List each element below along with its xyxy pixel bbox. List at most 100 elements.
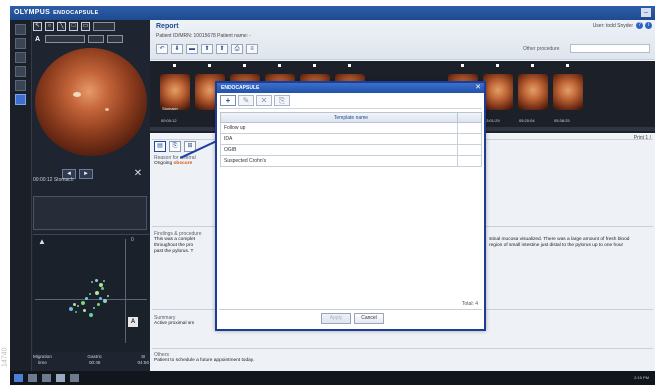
taskbar-app-icon[interactable] [28, 374, 37, 382]
divider [219, 309, 482, 310]
track-point [103, 280, 105, 282]
thumbnail-image[interactable]: Stomach [160, 74, 190, 111]
track-point [107, 295, 109, 297]
export-button[interactable]: ⬆ [216, 44, 228, 54]
text-toolbar: A [33, 34, 148, 44]
title-bar: OLYMPUS ENDOCAPSULE – [10, 6, 655, 20]
other-procedure-label: Other procedure [523, 46, 560, 52]
template-row[interactable]: Follow up [220, 123, 482, 134]
dialog-close-icon[interactable]: ✕ [475, 83, 481, 93]
thumbnail-image[interactable] [518, 74, 548, 110]
track-point [95, 279, 98, 282]
print-page-label: Print 1 / [633, 135, 651, 141]
gastric-time: Gastric 00:45 [87, 354, 102, 365]
thumbnail-marker-icon [173, 64, 176, 67]
track-point [93, 307, 95, 309]
track-point [103, 299, 107, 303]
track-point [83, 309, 86, 312]
thumbnail-marker-icon [313, 64, 316, 67]
bar-button[interactable]: ▬ [186, 44, 198, 54]
circle-tool-icon[interactable]: ○ [45, 22, 54, 31]
template-row[interactable]: IDA [220, 134, 482, 145]
thumbnail-label: Stomach [162, 106, 178, 111]
track-point [97, 303, 100, 306]
apply-button: Apply [321, 313, 351, 324]
thumbnail-marker-icon [278, 64, 281, 67]
thumbnail-marker-icon [461, 64, 464, 67]
track-point [89, 313, 93, 317]
template-row[interactable]: Suspected Crohn's [220, 156, 482, 167]
vertical-toolbar [10, 20, 32, 371]
template-dialog: ENDOCAPSULE ✕ + ✎ ✕ ⎘ Template name Foll… [215, 81, 486, 331]
dialog-toolbar: + ✎ ✕ ⎘ [220, 95, 290, 106]
capsule-image-viewer[interactable] [35, 48, 147, 156]
taskbar-app-icon[interactable] [56, 374, 65, 382]
info-icon[interactable]: i [645, 22, 652, 29]
taskbar-app-icon[interactable] [42, 374, 51, 382]
rectangle-tool-icon[interactable]: □ [69, 22, 78, 31]
text-tool-icon[interactable]: A [33, 35, 42, 44]
thumbnail-image[interactable] [553, 74, 583, 110]
taskbar-app-icon[interactable] [70, 374, 79, 382]
help-icon[interactable]: ? [636, 22, 643, 29]
size-dropdown[interactable] [88, 35, 104, 43]
list-icon[interactable] [15, 80, 26, 91]
thumbnail-time: 05:38:25 [554, 118, 570, 123]
grid-icon[interactable] [15, 38, 26, 49]
upload-button[interactable]: ⬆ [201, 44, 213, 54]
thumbnail-image[interactable] [483, 74, 513, 110]
print-button[interactable]: ⎙ [231, 44, 243, 54]
others-text[interactable]: Patient to schedule a future appointment… [154, 358, 254, 364]
settings-icon[interactable] [15, 52, 26, 63]
report-header: Report Patient ID/MRN: 10015678 Patient … [150, 20, 655, 60]
thumbnail-time: 00:00:12 [161, 118, 177, 123]
menu-button[interactable]: ≡ [246, 44, 258, 54]
play-button[interactable]: ► [79, 169, 93, 179]
undo-button[interactable]: ↶ [156, 44, 168, 54]
track-point [99, 297, 102, 300]
track-anchor-icon[interactable]: A [128, 317, 138, 327]
brand-name: OLYMPUS [14, 9, 51, 16]
app-brand: OLYMPUS ENDOCAPSULE [14, 9, 99, 16]
report-toolbar: ↶ ⬇ ▬ ⬆ ⬆ ⎙ ≡ [156, 44, 258, 54]
cancel-button[interactable]: Cancel [354, 313, 384, 324]
findings-text-left[interactable]: This was a complet throughout the pro past… [154, 237, 195, 255]
template-button[interactable]: ▤ [154, 141, 166, 152]
template-row[interactable]: OGIB [220, 145, 482, 156]
track-point [77, 305, 79, 307]
taskbar-clock: 2:15 PM [634, 375, 649, 380]
summary-text[interactable]: Active proximal sm [154, 321, 194, 327]
template-table: Template name Follow up IDA OGIB Suspect… [220, 112, 482, 167]
line-style-dropdown[interactable] [93, 22, 115, 31]
taskbar: 2:15 PM [10, 371, 655, 385]
thumbnail-marker-icon [566, 64, 569, 67]
patient-info: Patient ID/MRN: 10015678 Patient name: - [156, 33, 252, 39]
template-name-header[interactable]: Template name [334, 115, 368, 121]
reason-text[interactable]: Ongoing obscure [154, 161, 192, 167]
track-point [75, 311, 77, 313]
report-icon[interactable] [15, 94, 26, 105]
map-icon[interactable] [15, 66, 26, 77]
line-tool-icon[interactable]: ╲ [57, 22, 66, 31]
start-icon[interactable] [14, 374, 23, 382]
minimize-button[interactable]: – [641, 8, 651, 17]
pointer-tool-icon[interactable]: ↖ [33, 22, 42, 31]
track-point [85, 297, 88, 300]
track-up-icon[interactable]: ▲ [38, 237, 46, 246]
track-zero-label: 0 [131, 237, 134, 243]
layout-icon[interactable] [15, 24, 26, 35]
thumbnail-marker-icon [208, 64, 211, 67]
close-viewer-icon[interactable]: ✕ [132, 168, 144, 180]
add-template-icon[interactable]: + [220, 95, 236, 106]
download-button[interactable]: ⬇ [171, 44, 183, 54]
capsule-track-panel: ▲ 0 A [33, 234, 149, 352]
divider [219, 108, 482, 109]
other-procedure-dropdown[interactable] [570, 44, 650, 53]
copy-button[interactable]: ⎘ [169, 141, 181, 152]
findings-text-right[interactable]: stinal mucosa visualized. There was a la… [489, 237, 629, 249]
frame-comment-box[interactable] [33, 196, 147, 230]
color-dropdown[interactable] [107, 35, 123, 43]
font-dropdown[interactable] [45, 35, 85, 43]
divider [152, 348, 653, 349]
box-tool-icon[interactable]: ▭ [81, 22, 90, 31]
